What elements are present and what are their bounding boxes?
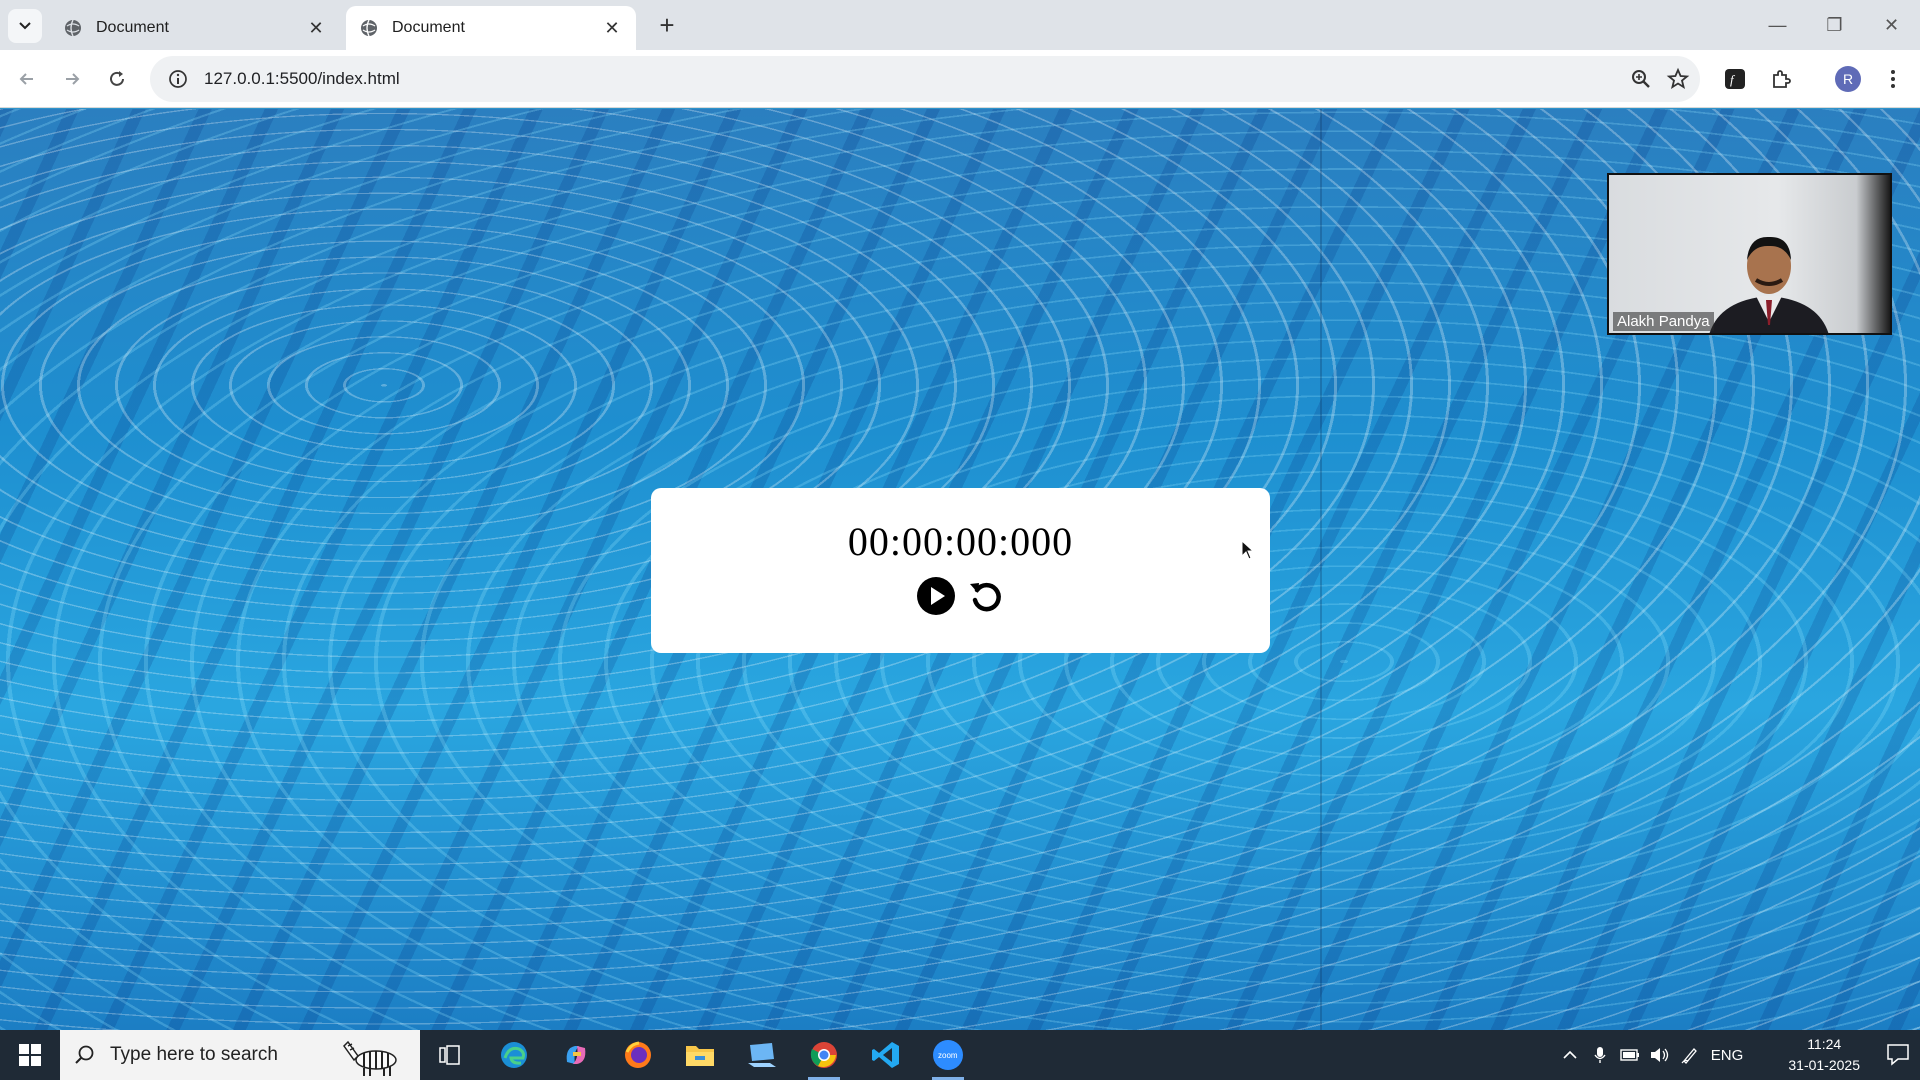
tab-document-1[interactable]: Document ✕ — [50, 6, 340, 50]
arrow-right-icon — [66, 73, 80, 85]
show-hidden-icons-button[interactable] — [1555, 1030, 1585, 1080]
monitor-icon — [748, 1043, 776, 1067]
globe-icon — [361, 19, 377, 37]
reload-icon — [110, 71, 124, 86]
task-view-button[interactable] — [422, 1030, 478, 1080]
forward-button[interactable] — [57, 64, 87, 94]
avatar: R — [1835, 66, 1861, 92]
zoom-icon[interactable] — [1630, 68, 1652, 90]
tab-title: Document — [96, 19, 169, 36]
edge-icon — [501, 1042, 527, 1068]
extensions-button[interactable] — [1766, 64, 1796, 94]
reload-button[interactable] — [102, 64, 132, 94]
chrome-icon — [810, 1042, 837, 1068]
battery-icon — [1620, 1049, 1639, 1061]
stopwatch-controls — [915, 575, 1007, 617]
more-vertical-icon — [1891, 70, 1895, 88]
notification-icon — [1887, 1044, 1909, 1066]
zebra-illustration-icon — [343, 1040, 397, 1076]
copilot-app[interactable] — [548, 1030, 604, 1080]
background-seam — [1320, 109, 1322, 1030]
back-button[interactable] — [12, 64, 42, 94]
taskbar-clock[interactable]: 11:24 31-01-2025 — [1788, 1034, 1860, 1076]
minimize-button[interactable]: — — [1749, 0, 1806, 50]
edge-app[interactable] — [486, 1030, 542, 1080]
new-tab-button[interactable]: + — [652, 10, 682, 40]
globe-icon — [65, 19, 81, 37]
clock-date: 31-01-2025 — [1788, 1057, 1860, 1073]
language-indicator[interactable]: ENG — [1705, 1030, 1749, 1080]
file-explorer-app[interactable] — [672, 1030, 728, 1080]
window-controls: — ❐ ✕ — [1749, 0, 1920, 50]
chevron-up-icon — [1563, 1050, 1577, 1059]
search-icon — [75, 1045, 94, 1064]
arrow-left-icon — [19, 73, 33, 85]
task-view-icon — [439, 1045, 460, 1065]
vscode-icon — [872, 1042, 899, 1068]
reset-button[interactable] — [965, 575, 1007, 617]
page-background-water: 00:00:00:000 Alakh Pandya — [0, 109, 1920, 1030]
video-call-tile[interactable]: Alakh Pandya — [1607, 173, 1892, 335]
pen-tray[interactable] — [1675, 1030, 1705, 1080]
start-button[interactable] — [0, 1030, 60, 1080]
battery-tray[interactable] — [1615, 1030, 1645, 1080]
participant-video — [1709, 236, 1829, 333]
chrome-app[interactable] — [796, 1030, 852, 1080]
svg-text:zoom: zoom — [938, 1051, 958, 1060]
play-icon — [916, 577, 955, 615]
close-tab-icon[interactable]: ✕ — [602, 18, 622, 39]
close-tab-icon[interactable]: ✕ — [306, 18, 326, 39]
address-bar[interactable]: 127.0.0.1:5500/index.html — [150, 56, 1700, 102]
puzzle-icon — [1773, 70, 1791, 88]
bookmark-star-icon[interactable] — [1666, 67, 1690, 91]
restore-button[interactable]: ❐ — [1806, 0, 1863, 50]
tab-strip: Document ✕ Document ✕ + — ❐ ✕ — [0, 0, 1920, 50]
tab-document-2[interactable]: Document ✕ — [346, 6, 636, 50]
chevron-down-icon — [19, 22, 31, 30]
zoom-icon: zoom — [933, 1040, 963, 1070]
desktop-app[interactable] — [734, 1030, 790, 1080]
taskbar-search-box[interactable]: Type here to search — [60, 1030, 420, 1080]
clock-time: 11:24 — [1807, 1036, 1842, 1052]
copilot-icon — [566, 1046, 586, 1064]
browser-menu-button[interactable] — [1878, 64, 1908, 94]
profile-button[interactable]: R — [1833, 64, 1863, 94]
volume-tray[interactable] — [1645, 1030, 1675, 1080]
participant-name: Alakh Pandya — [1613, 312, 1714, 331]
tab-search-button[interactable] — [8, 9, 42, 43]
zoom-app[interactable]: zoom — [920, 1030, 976, 1080]
play-button[interactable] — [915, 575, 957, 617]
mouse-cursor-icon — [1241, 540, 1255, 560]
function-icon: f — [1725, 69, 1745, 89]
microphone-tray[interactable] — [1585, 1030, 1615, 1080]
notifications-button[interactable] — [1886, 1042, 1910, 1071]
microphone-icon — [1594, 1047, 1606, 1063]
folder-icon — [686, 1046, 714, 1066]
browser-toolbar: 127.0.0.1:5500/index.html f R — [0, 50, 1920, 108]
windows-taskbar: Type here to search zoom ENG 11:24 31-01… — [0, 1030, 1920, 1080]
windows-logo-icon — [19, 1044, 41, 1066]
tab-title: Document — [392, 19, 465, 36]
close-window-button[interactable]: ✕ — [1863, 0, 1920, 50]
system-tray: ENG — [1555, 1030, 1749, 1080]
firefox-app[interactable] — [610, 1030, 666, 1080]
pen-icon — [1681, 1048, 1697, 1064]
url-text: 127.0.0.1:5500/index.html — [204, 69, 400, 88]
site-info-icon[interactable] — [168, 69, 188, 89]
extension-formula-button[interactable]: f — [1720, 64, 1750, 94]
speaker-icon — [1651, 1048, 1669, 1062]
vscode-app[interactable] — [858, 1030, 914, 1080]
firefox-icon — [625, 1041, 651, 1068]
reset-icon — [969, 582, 1001, 612]
stopwatch-time: 00:00:00:000 — [847, 519, 1074, 564]
stopwatch-card: 00:00:00:000 — [651, 488, 1270, 653]
search-placeholder: Type here to search — [110, 1044, 278, 1065]
